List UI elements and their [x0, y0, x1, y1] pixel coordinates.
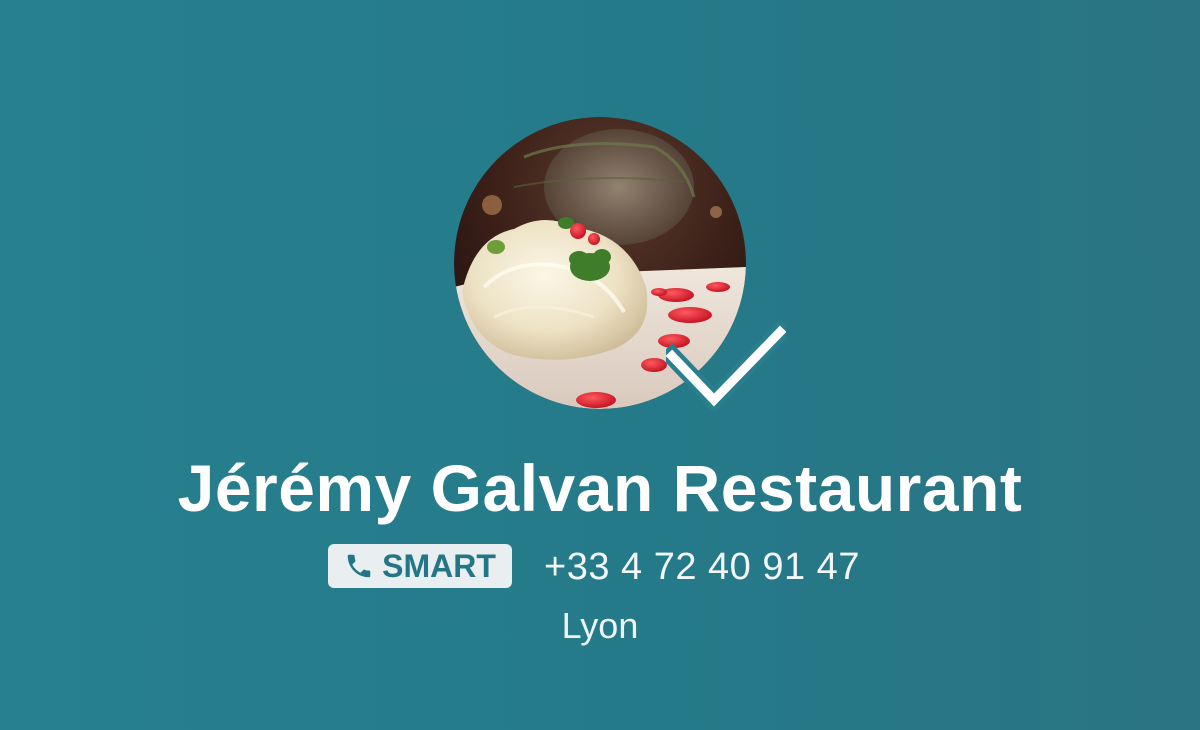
- contact-info-row: SMART +33 4 72 40 91 47: [0, 543, 1200, 591]
- avatar-container: [454, 117, 786, 412]
- contact-name: Jérémy Galvan Restaurant: [177, 451, 1023, 525]
- checkmark-icon: [666, 322, 786, 412]
- phone-number[interactable]: +33 4 72 40 91 47: [544, 543, 860, 591]
- contact-card: Jérémy Galvan Restaurant SMART +33 4 72 …: [0, 0, 1200, 730]
- phone-icon: [347, 554, 371, 578]
- location-label: Lyon: [561, 605, 639, 646]
- smart-badge-label: SMART: [382, 548, 496, 584]
- smart-call-button[interactable]: SMART: [328, 544, 512, 588]
